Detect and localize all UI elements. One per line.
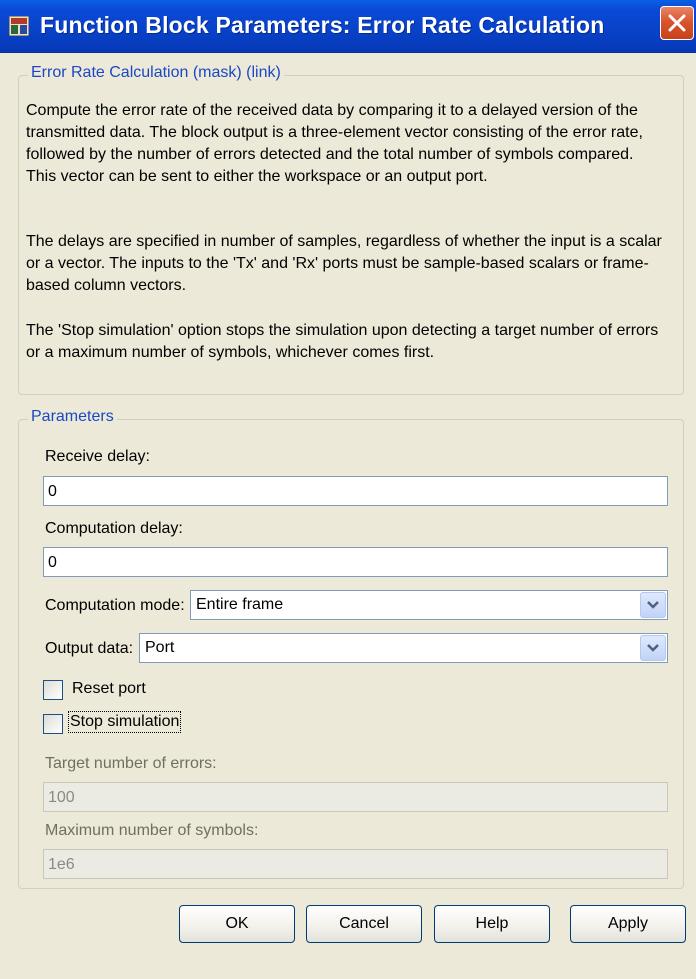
apply-button[interactable]: Apply xyxy=(570,905,686,943)
close-icon xyxy=(668,14,686,32)
computation-delay-input[interactable]: 0 xyxy=(43,547,668,577)
ok-button[interactable]: OK xyxy=(179,905,295,943)
output-data-label: Output data: xyxy=(45,640,134,657)
help-button[interactable]: Help xyxy=(434,905,550,943)
close-button[interactable] xyxy=(660,6,694,40)
target-errors-label: Target number of errors: xyxy=(45,755,217,772)
computation-delay-label: Computation delay: xyxy=(45,520,183,537)
reset-port-checkbox[interactable] xyxy=(43,680,63,700)
description-paragraph-3: The 'Stop simulation' option stops the s… xyxy=(26,322,659,361)
receive-delay-label: Receive delay: xyxy=(45,448,150,465)
computation-mode-label: Computation mode: xyxy=(45,597,185,614)
description-paragraph-1: Compute the error rate of the received d… xyxy=(26,102,643,185)
output-data-dropdown-button[interactable] xyxy=(640,635,666,661)
window-title: Function Block Parameters: Error Rate Ca… xyxy=(40,12,605,38)
reset-port-label[interactable]: Reset port xyxy=(72,680,146,698)
output-data-value: Port xyxy=(145,639,175,656)
max-symbols-label: Maximum number of symbols: xyxy=(45,822,259,839)
chevron-down-icon xyxy=(647,644,659,652)
stop-simulation-label[interactable]: Stop simulation xyxy=(67,711,182,733)
stop-simulation-checkbox[interactable] xyxy=(43,714,63,734)
max-symbols-input[interactable]: 1e6 xyxy=(43,849,668,879)
target-errors-input[interactable]: 100 xyxy=(43,782,668,812)
computation-mode-select[interactable]: Entire frame xyxy=(190,590,668,620)
mask-group-legend: Error Rate Calculation (mask) (link) xyxy=(28,64,284,82)
cancel-button[interactable]: Cancel xyxy=(306,905,422,943)
computation-mode-value: Entire frame xyxy=(196,596,284,613)
output-data-select[interactable]: Port xyxy=(139,633,668,663)
computation-mode-dropdown-button[interactable] xyxy=(640,592,666,618)
title-bar[interactable]: Function Block Parameters: Error Rate Ca… xyxy=(0,0,696,53)
parameters-group-legend: Parameters xyxy=(28,408,117,426)
receive-delay-input[interactable]: 0 xyxy=(43,476,668,506)
dialog-window: Function Block Parameters: Error Rate Ca… xyxy=(0,0,696,979)
chevron-down-icon xyxy=(647,601,659,609)
simulink-block-icon xyxy=(9,16,29,36)
description-paragraph-2: The delays are specified in number of sa… xyxy=(26,233,662,294)
